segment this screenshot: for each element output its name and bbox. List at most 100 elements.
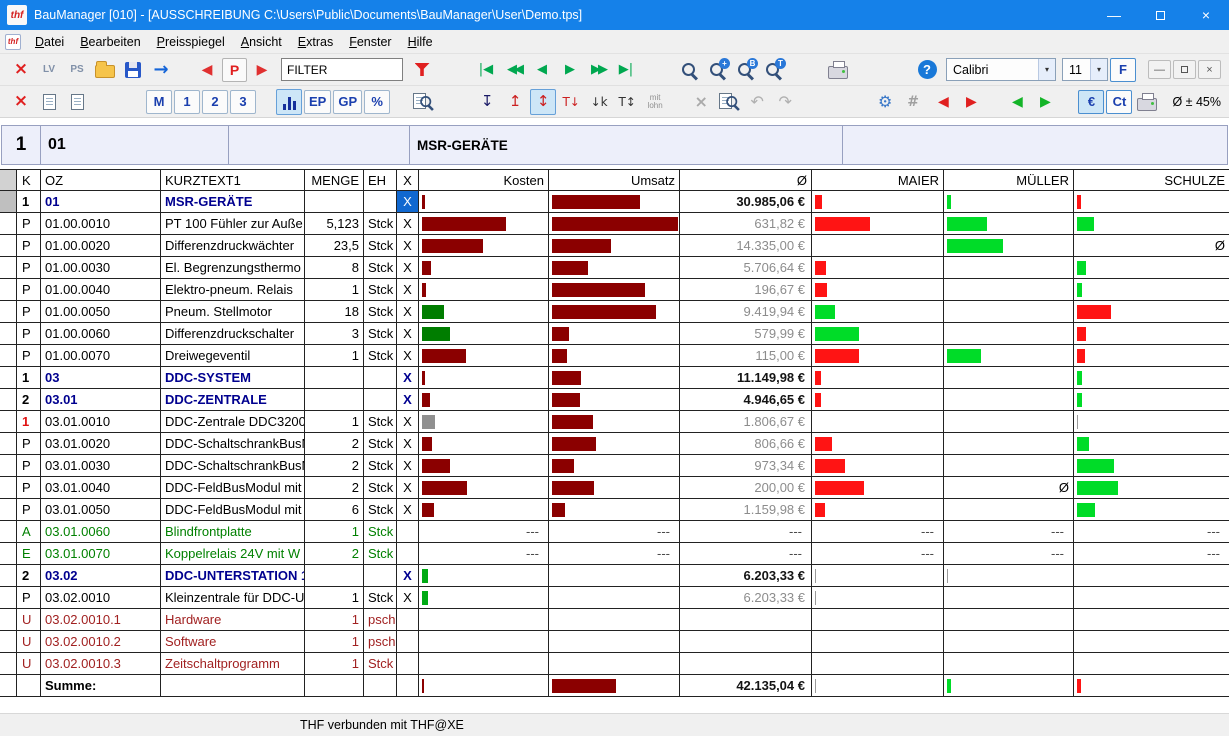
row-selector[interactable]	[0, 609, 17, 630]
hash-icon[interactable]: #	[900, 89, 926, 115]
column-header-k[interactable]: K	[17, 170, 41, 190]
column-header-sel[interactable]	[0, 170, 17, 190]
cell-x-toggle[interactable]	[397, 609, 419, 630]
row-selector[interactable]	[0, 301, 17, 322]
column-header-eh[interactable]: EH	[364, 170, 397, 190]
font-size-select[interactable]: 11 ▾	[1062, 58, 1108, 81]
open-button[interactable]	[92, 57, 118, 83]
cell-x-toggle[interactable]: X	[397, 257, 419, 278]
currency-ct-button[interactable]: Ct	[1106, 89, 1133, 114]
menu-item-hilfe[interactable]: Hilfe	[400, 31, 441, 53]
zoom-b-icon[interactable]: B	[733, 57, 759, 83]
cell-x-toggle[interactable]	[397, 631, 419, 652]
row-selector[interactable]	[0, 257, 17, 278]
view-m-button[interactable]: M	[146, 89, 172, 114]
row-selector[interactable]	[0, 345, 17, 366]
cell-x-toggle[interactable]: X	[397, 587, 419, 608]
next-green-button[interactable]: ▶	[1032, 89, 1058, 115]
nav-next-button[interactable]: ▶	[557, 57, 583, 83]
menu-item-fenster[interactable]: Fenster	[341, 31, 399, 53]
nav-prev-button[interactable]: ◀	[529, 57, 555, 83]
prev-project-button[interactable]: ◀	[194, 57, 220, 83]
cell-x-toggle[interactable]	[397, 543, 419, 564]
print-chart-button[interactable]	[1134, 89, 1160, 115]
ep-button[interactable]: EP	[304, 89, 332, 114]
sort-updown-button[interactable]: ↕	[530, 88, 557, 115]
cell-x-toggle[interactable]: X	[397, 191, 419, 212]
cell-x-toggle[interactable]: X	[397, 455, 419, 476]
font-style-f-button[interactable]: F	[1110, 57, 1136, 82]
filter-input[interactable]	[281, 58, 403, 81]
row-selector[interactable]	[0, 631, 17, 652]
menu-item-ansicht[interactable]: Ansicht	[233, 31, 290, 53]
row-selector[interactable]	[0, 235, 17, 256]
column-header-x[interactable]: X	[397, 170, 419, 190]
mdi-close-button[interactable]: ×	[1198, 60, 1221, 79]
row-selector[interactable]	[0, 411, 17, 432]
mdi-restore-button[interactable]	[1173, 60, 1196, 79]
goto-arrow-icon[interactable]: →	[148, 57, 174, 83]
row-selector[interactable]	[0, 455, 17, 476]
menu-item-preisspiegel[interactable]: Preisspiegel	[149, 31, 233, 53]
menu-item-datei[interactable]: Datei	[27, 31, 72, 53]
column-header-oz[interactable]: OZ	[41, 170, 161, 190]
preisspiegel-button[interactable]: P	[222, 57, 247, 82]
cell-x-toggle[interactable]: X	[397, 367, 419, 388]
column-header-mueller[interactable]: MÜLLER	[944, 170, 1074, 190]
row-selector[interactable]	[0, 213, 17, 234]
row-selector[interactable]	[0, 521, 17, 542]
zoom-icon[interactable]	[677, 57, 703, 83]
search-doc-icon[interactable]	[716, 89, 742, 115]
redo-button[interactable]: ↷	[772, 89, 798, 115]
undo-button[interactable]: ↶	[744, 89, 770, 115]
row-selector[interactable]	[0, 433, 17, 454]
chart-view-button[interactable]	[276, 88, 302, 115]
close-lv-button[interactable]: ×	[8, 57, 34, 83]
t-updown-icon[interactable]: T↕	[614, 89, 640, 115]
cell-x-toggle[interactable]: X	[397, 389, 419, 410]
cell-x-toggle[interactable]: X	[397, 565, 419, 586]
cell-x-toggle[interactable]: X	[397, 213, 419, 234]
preview-search-icon[interactable]	[410, 89, 436, 115]
copy-sheet-button[interactable]	[36, 89, 62, 115]
cell-x-toggle[interactable]	[397, 675, 419, 696]
view-2-button[interactable]: 2	[202, 89, 228, 114]
row-selector[interactable]	[0, 499, 17, 520]
row-selector[interactable]	[0, 279, 17, 300]
row-selector[interactable]	[0, 653, 17, 674]
cell-x-toggle[interactable]: X	[397, 279, 419, 300]
row-selector[interactable]	[0, 191, 17, 212]
menu-item-bearbeiten[interactable]: Bearbeiten	[72, 31, 148, 53]
zoom-plus-icon[interactable]: +	[705, 57, 731, 83]
help-button[interactable]: ?	[914, 57, 940, 83]
zoom-t-icon[interactable]: T	[761, 57, 787, 83]
nav-fast-prev-button[interactable]: ◀◀	[501, 57, 527, 83]
filter-funnel-button[interactable]	[409, 57, 435, 83]
column-header-umsatz[interactable]: Umsatz	[549, 170, 680, 190]
cell-x-toggle[interactable]	[397, 521, 419, 542]
ps-icon[interactable]: PS	[64, 57, 90, 83]
cell-x-toggle[interactable]: X	[397, 301, 419, 322]
cell-x-toggle[interactable]: X	[397, 323, 419, 344]
row-selector[interactable]	[0, 323, 17, 344]
next-red-button[interactable]: ▶	[958, 89, 984, 115]
cell-x-toggle[interactable]: X	[397, 411, 419, 432]
nav-fast-next-button[interactable]: ▶▶	[585, 57, 611, 83]
font-select[interactable]: Calibri ▾	[946, 58, 1056, 81]
t-down-icon[interactable]: T↓	[558, 89, 584, 115]
column-header-kosten[interactable]: Kosten	[419, 170, 549, 190]
next-project-button[interactable]: ▶	[249, 57, 275, 83]
close-button[interactable]: ×	[1183, 0, 1229, 30]
row-selector[interactable]	[0, 543, 17, 564]
minimize-button[interactable]: —	[1091, 0, 1137, 30]
prev-red-button[interactable]: ◀	[930, 89, 956, 115]
cell-x-toggle[interactable]: X	[397, 499, 419, 520]
view-1-button[interactable]: 1	[174, 89, 200, 114]
view-3-button[interactable]: 3	[230, 89, 256, 114]
cell-x-toggle[interactable]: X	[397, 477, 419, 498]
settings-button[interactable]: ⚙	[872, 89, 898, 115]
row-selector[interactable]	[0, 477, 17, 498]
mdi-minimize-button[interactable]: —	[1148, 60, 1171, 79]
gp-button[interactable]: GP	[333, 89, 363, 114]
cell-x-toggle[interactable]: X	[397, 433, 419, 454]
